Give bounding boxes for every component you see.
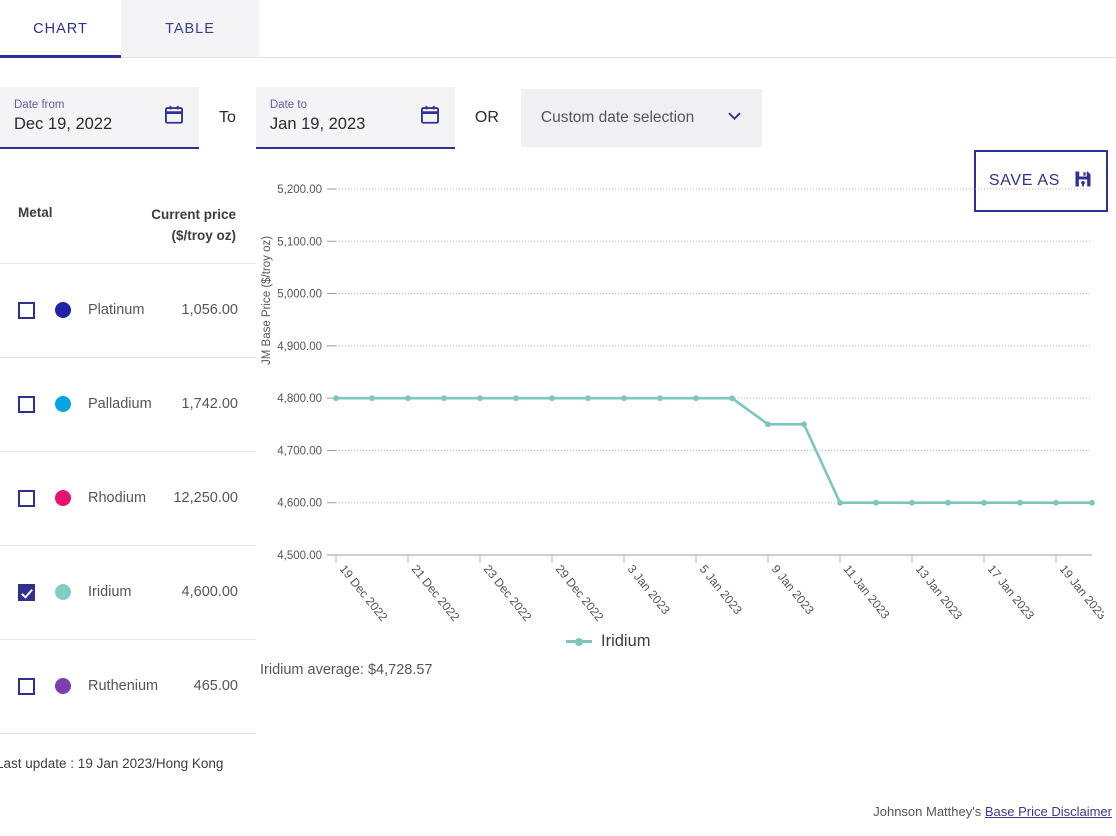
metal-color-dot xyxy=(55,490,71,506)
date-from-field[interactable]: Date from Dec 19, 2022 xyxy=(0,87,199,149)
svg-text:13 Jan 2023: 13 Jan 2023 xyxy=(913,562,966,622)
tab-chart-label: CHART xyxy=(33,21,88,37)
svg-text:23 Dec 2022: 23 Dec 2022 xyxy=(481,562,535,624)
table-row[interactable]: Platinum 1,056.00 xyxy=(0,264,256,358)
svg-text:4,500.00: 4,500.00 xyxy=(277,550,322,562)
chart-panel: JM Base Price ($/troy oz) 4,500.004,600.… xyxy=(256,177,1116,777)
metals-sidebar: Metal Current price ($/troy oz) Platinum… xyxy=(0,177,256,777)
legend-label-iridium: Iridium xyxy=(601,632,651,651)
metal-color-dot xyxy=(55,396,71,412)
metal-color-dot xyxy=(55,302,71,318)
svg-text:4,800.00: 4,800.00 xyxy=(277,393,322,405)
iridium-average-text: Iridium average: $4,728.57 xyxy=(260,662,433,678)
svg-text:4,900.00: 4,900.00 xyxy=(277,341,322,353)
metal-checkbox-rhodium[interactable] xyxy=(18,490,35,507)
chevron-down-icon xyxy=(725,106,744,130)
table-row[interactable]: Ruthenium 465.00 xyxy=(0,640,256,734)
table-row[interactable]: Rhodium 12,250.00 xyxy=(0,452,256,546)
calendar-icon[interactable] xyxy=(419,103,441,130)
svg-text:5,100.00: 5,100.00 xyxy=(277,236,322,248)
svg-text:5,000.00: 5,000.00 xyxy=(277,289,322,301)
column-header-price-line1: Current price xyxy=(151,205,236,226)
disclaimer-prefix: Johnson Matthey's xyxy=(873,804,985,819)
date-from-label: Date from xyxy=(14,99,185,111)
metal-price: 12,250.00 xyxy=(173,490,238,506)
table-row[interactable]: Palladium 1,742.00 xyxy=(0,358,256,452)
column-header-price-line2: ($/troy oz) xyxy=(151,226,236,247)
base-price-disclaimer-link[interactable]: Base Price Disclaimer xyxy=(985,804,1112,819)
line-chart[interactable]: 4,500.00 4,600.00 4,700.00 4,800.00 4,900.00… xyxy=(264,177,1104,647)
content-area: Metal Current price ($/troy oz) Platinum… xyxy=(0,177,1116,777)
svg-text:21 Dec 2022: 21 Dec 2022 xyxy=(409,562,463,624)
svg-text:29 Dec 2022: 29 Dec 2022 xyxy=(553,562,607,624)
svg-text:5,200.00: 5,200.00 xyxy=(277,184,322,196)
disclaimer-footer: Johnson Matthey's Base Price Disclaimer xyxy=(873,804,1112,819)
svg-text:4,600.00: 4,600.00 xyxy=(277,498,322,510)
metal-price: 4,600.00 xyxy=(182,584,238,600)
tab-table-label: TABLE xyxy=(165,21,215,37)
column-header-metal: Metal xyxy=(18,205,53,220)
svg-text:17 Jan 2023: 17 Jan 2023 xyxy=(985,562,1038,622)
or-separator-label: OR xyxy=(475,109,499,127)
metal-name: Rhodium xyxy=(88,490,173,506)
metals-table-header: Metal Current price ($/troy oz) xyxy=(0,191,256,264)
metal-name: Platinum xyxy=(88,302,182,318)
svg-text:9 Jan 2023: 9 Jan 2023 xyxy=(769,562,817,617)
date-to-value: Jan 19, 2023 xyxy=(270,115,441,134)
metal-checkbox-ruthenium[interactable] xyxy=(18,678,35,695)
date-from-value: Dec 19, 2022 xyxy=(14,115,185,134)
date-to-label: Date to xyxy=(270,99,441,111)
table-row[interactable]: Iridium 4,600.00 xyxy=(0,546,256,640)
date-toolbar: Date from Dec 19, 2022 To Date to Jan 19… xyxy=(0,58,1116,177)
to-separator-label: To xyxy=(219,109,236,127)
custom-date-selection-value: Custom date selection xyxy=(541,109,694,127)
metal-price: 1,742.00 xyxy=(182,396,238,412)
metal-checkbox-iridium[interactable] xyxy=(18,584,35,601)
custom-date-selection-dropdown[interactable]: Custom date selection xyxy=(521,89,762,147)
svg-text:19 Jan 2023: 19 Jan 2023 xyxy=(1057,562,1104,622)
metal-price: 465.00 xyxy=(194,678,238,694)
svg-text:19 Dec 2022: 19 Dec 2022 xyxy=(337,562,391,624)
metal-name: Ruthenium xyxy=(88,678,194,694)
tab-bar: CHART TABLE xyxy=(0,0,1116,58)
tab-table[interactable]: TABLE xyxy=(121,0,259,57)
price-chart-page: CHART TABLE Date from Dec 19, 2022 To Da… xyxy=(0,0,1116,836)
calendar-icon[interactable] xyxy=(163,103,185,130)
metal-name: Iridium xyxy=(88,584,182,600)
metal-checkbox-platinum[interactable] xyxy=(18,302,35,319)
chart-legend: Iridium xyxy=(566,632,651,651)
metal-name: Palladium xyxy=(88,396,182,412)
tab-chart[interactable]: CHART xyxy=(0,0,121,57)
last-update-text: Last update : 19 Jan 2023/Hong Kong xyxy=(0,734,256,771)
metal-color-dot xyxy=(55,678,71,694)
date-to-field[interactable]: Date to Jan 19, 2023 xyxy=(256,87,455,149)
metal-price: 1,056.00 xyxy=(182,302,238,318)
svg-text:3 Jan 2023: 3 Jan 2023 xyxy=(625,562,673,617)
svg-text:11 Jan 2023: 11 Jan 2023 xyxy=(841,562,893,622)
svg-text:4,700.00: 4,700.00 xyxy=(277,445,322,457)
svg-text:5 Jan 2023: 5 Jan 2023 xyxy=(697,562,745,617)
column-header-current-price: Current price ($/troy oz) xyxy=(151,205,236,247)
metal-color-dot xyxy=(55,584,71,600)
legend-swatch-iridium xyxy=(566,640,592,643)
metal-checkbox-palladium[interactable] xyxy=(18,396,35,413)
